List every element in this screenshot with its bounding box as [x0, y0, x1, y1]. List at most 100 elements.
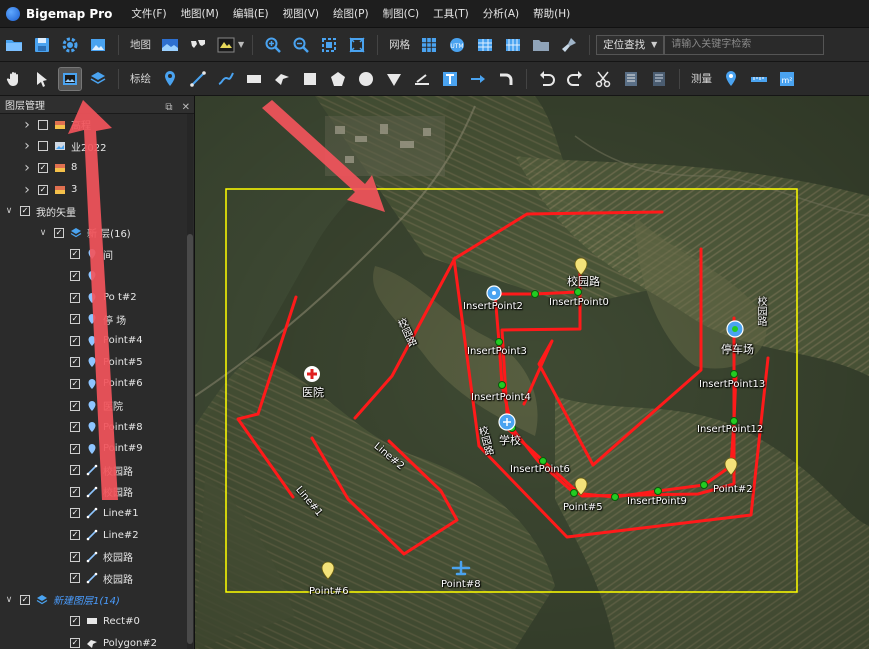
measure-area-icon[interactable]: m² [776, 68, 798, 90]
text-label-icon[interactable] [439, 68, 461, 90]
save-icon[interactable] [31, 34, 53, 56]
layer-tree-row[interactable]: ✓ Point#5 [0, 352, 186, 374]
layer-visibility-checkbox[interactable]: ✓ [70, 249, 80, 260]
pentagon-icon[interactable] [327, 68, 349, 90]
layer-visibility-checkbox[interactable]: ✓ [20, 594, 30, 605]
layer-tree-row[interactable]: ∨ ✓ 新建图层1(14) [0, 589, 186, 611]
menu-edit[interactable]: 编辑(E) [226, 6, 276, 21]
layer-visibility-checkbox[interactable] [38, 141, 48, 152]
layer-visibility-checkbox[interactable]: ✓ [38, 162, 48, 173]
layer-tree-row[interactable]: ✓ Point#4 [0, 330, 186, 352]
arrow-right-icon[interactable] [467, 68, 489, 90]
layer-visibility-checkbox[interactable]: ✓ [70, 486, 80, 497]
layer-tree-row[interactable]: ✓ 间 [0, 244, 186, 266]
layer-tree-row[interactable]: ✓ Point#6 [0, 373, 186, 395]
zoom-in-icon[interactable] [262, 34, 284, 56]
measure-point-icon[interactable] [720, 68, 742, 90]
arrow-shape-icon[interactable] [271, 68, 293, 90]
locate-search-dropdown[interactable]: 定位查找 ▼ [596, 34, 665, 55]
keyword-search-input[interactable] [664, 34, 825, 55]
zoom-out-icon[interactable] [290, 34, 312, 56]
float-panel-icon[interactable]: ⧉ [165, 102, 172, 113]
layer-visibility-checkbox[interactable]: ✓ [70, 530, 80, 541]
parking-marker-icon[interactable] [726, 320, 744, 338]
world-map-icon[interactable] [187, 34, 209, 56]
layer-tree-row[interactable]: ✓ [0, 265, 186, 287]
close-icon[interactable]: ✕ [182, 102, 190, 113]
layer-tree-row[interactable]: ✓ 医院 [0, 395, 186, 417]
menu-analysis[interactable]: 分析(A) [476, 6, 526, 21]
menu-view[interactable]: 视图(V) [276, 6, 326, 21]
scissors-icon[interactable] [592, 68, 614, 90]
settings-gear-icon[interactable] [59, 34, 81, 56]
open-folder-icon[interactable] [3, 34, 25, 56]
layer-visibility-checkbox[interactable]: ✓ [54, 227, 64, 238]
menu-draw[interactable]: 绘图(P) [326, 6, 376, 21]
grid-label[interactable]: 网格 [389, 37, 410, 52]
layer-tree-row[interactable]: ✓ 停 场 [0, 308, 186, 330]
full-extent-icon[interactable] [346, 34, 368, 56]
undo-icon[interactable] [536, 68, 558, 90]
layer-visibility-checkbox[interactable]: ✓ [70, 551, 80, 562]
screenshot-capture-icon[interactable] [58, 66, 82, 91]
attribute-table-icon[interactable] [620, 68, 642, 90]
layer-visibility-checkbox[interactable]: ✓ [70, 573, 80, 584]
chevron-right-icon[interactable]: › [22, 117, 32, 133]
menu-cartography[interactable]: 制图(C) [376, 6, 427, 21]
sheet-grid-icon[interactable] [474, 34, 496, 56]
layer-visibility-checkbox[interactable]: ✓ [70, 270, 80, 281]
map-canvas[interactable]: 校园路 InsertPoint0 InsertPoint2 InsertPoin… [195, 96, 869, 649]
layer-tree-row[interactable]: ✓ 校园路 [0, 460, 186, 482]
layer-tree-row[interactable]: ✓ Point#8 [0, 416, 186, 438]
layer-box-icon[interactable] [87, 68, 109, 90]
layer-visibility-checkbox[interactable]: ✓ [70, 400, 80, 411]
pan-hand-icon[interactable] [3, 68, 25, 90]
layer-visibility-checkbox[interactable]: ✓ [70, 616, 80, 627]
square-icon[interactable] [299, 68, 321, 90]
layer-tree-row[interactable]: ∨ ✓ 我的矢量 [0, 200, 186, 222]
layer-tree-row[interactable]: ✓ Point#9 [0, 438, 186, 460]
layer-tree-row[interactable]: ✓ 校园路 [0, 567, 186, 589]
curved-arrow-icon[interactable] [495, 68, 517, 90]
layer-tree-row[interactable]: › ✓ 3 [0, 179, 186, 201]
map-source-icon[interactable] [159, 34, 181, 56]
layer-visibility-checkbox[interactable]: ✓ [20, 206, 30, 217]
clear-brush-icon[interactable] [558, 34, 580, 56]
grid-export-icon[interactable] [502, 34, 524, 56]
select-pointer-icon[interactable] [31, 68, 53, 90]
measure-distance-icon[interactable] [748, 68, 770, 90]
layer-tree-row[interactable]: ∨ ✓ 新 层(16) [0, 222, 186, 244]
layer-visibility-checkbox[interactable]: ✓ [38, 184, 48, 195]
layer-tree-row[interactable]: ✓ Line#2 [0, 524, 186, 546]
layer-visibility-checkbox[interactable]: ✓ [70, 638, 80, 649]
satellite-map-icon[interactable] [215, 34, 237, 56]
freehand-line-icon[interactable] [215, 68, 237, 90]
rectangle-icon[interactable] [243, 68, 265, 90]
measure-label[interactable]: 测量 [691, 71, 712, 86]
layer-visibility-checkbox[interactable]: ✓ [70, 314, 80, 325]
redo-icon[interactable] [564, 68, 586, 90]
layer-visibility-checkbox[interactable]: ✓ [70, 508, 80, 519]
marker-icon[interactable] [159, 68, 181, 90]
chevron-right-icon[interactable]: › [22, 160, 32, 176]
polyline-icon[interactable] [187, 68, 209, 90]
document-list-icon[interactable] [648, 68, 670, 90]
chevron-right-icon[interactable]: › [22, 138, 32, 154]
layer-tree-row[interactable]: ✓ Rect#0 [0, 611, 186, 633]
layer-visibility-checkbox[interactable]: ✓ [70, 335, 80, 346]
layer-tree-row[interactable]: › 高程 [0, 114, 186, 136]
chevron-down-icon[interactable]: ▼ [238, 40, 244, 49]
layer-visibility-checkbox[interactable]: ✓ [70, 422, 80, 433]
grid-icon[interactable] [418, 34, 440, 56]
layer-tree-row[interactable]: ✓ Po t#2 [0, 287, 186, 309]
menu-map[interactable]: 地图(M) [174, 6, 226, 21]
satellite-map[interactable] [195, 96, 869, 649]
measure-ruler-icon[interactable] [411, 68, 433, 90]
menu-help[interactable]: 帮助(H) [526, 6, 577, 21]
layer-tree-row[interactable]: ✓ 校园路 [0, 481, 186, 503]
image-icon[interactable] [87, 34, 109, 56]
sector-icon[interactable] [383, 68, 405, 90]
layer-visibility-checkbox[interactable] [38, 119, 48, 130]
map-label[interactable]: 地图 [130, 37, 151, 52]
chevron-down-icon[interactable]: ∨ [38, 228, 48, 238]
